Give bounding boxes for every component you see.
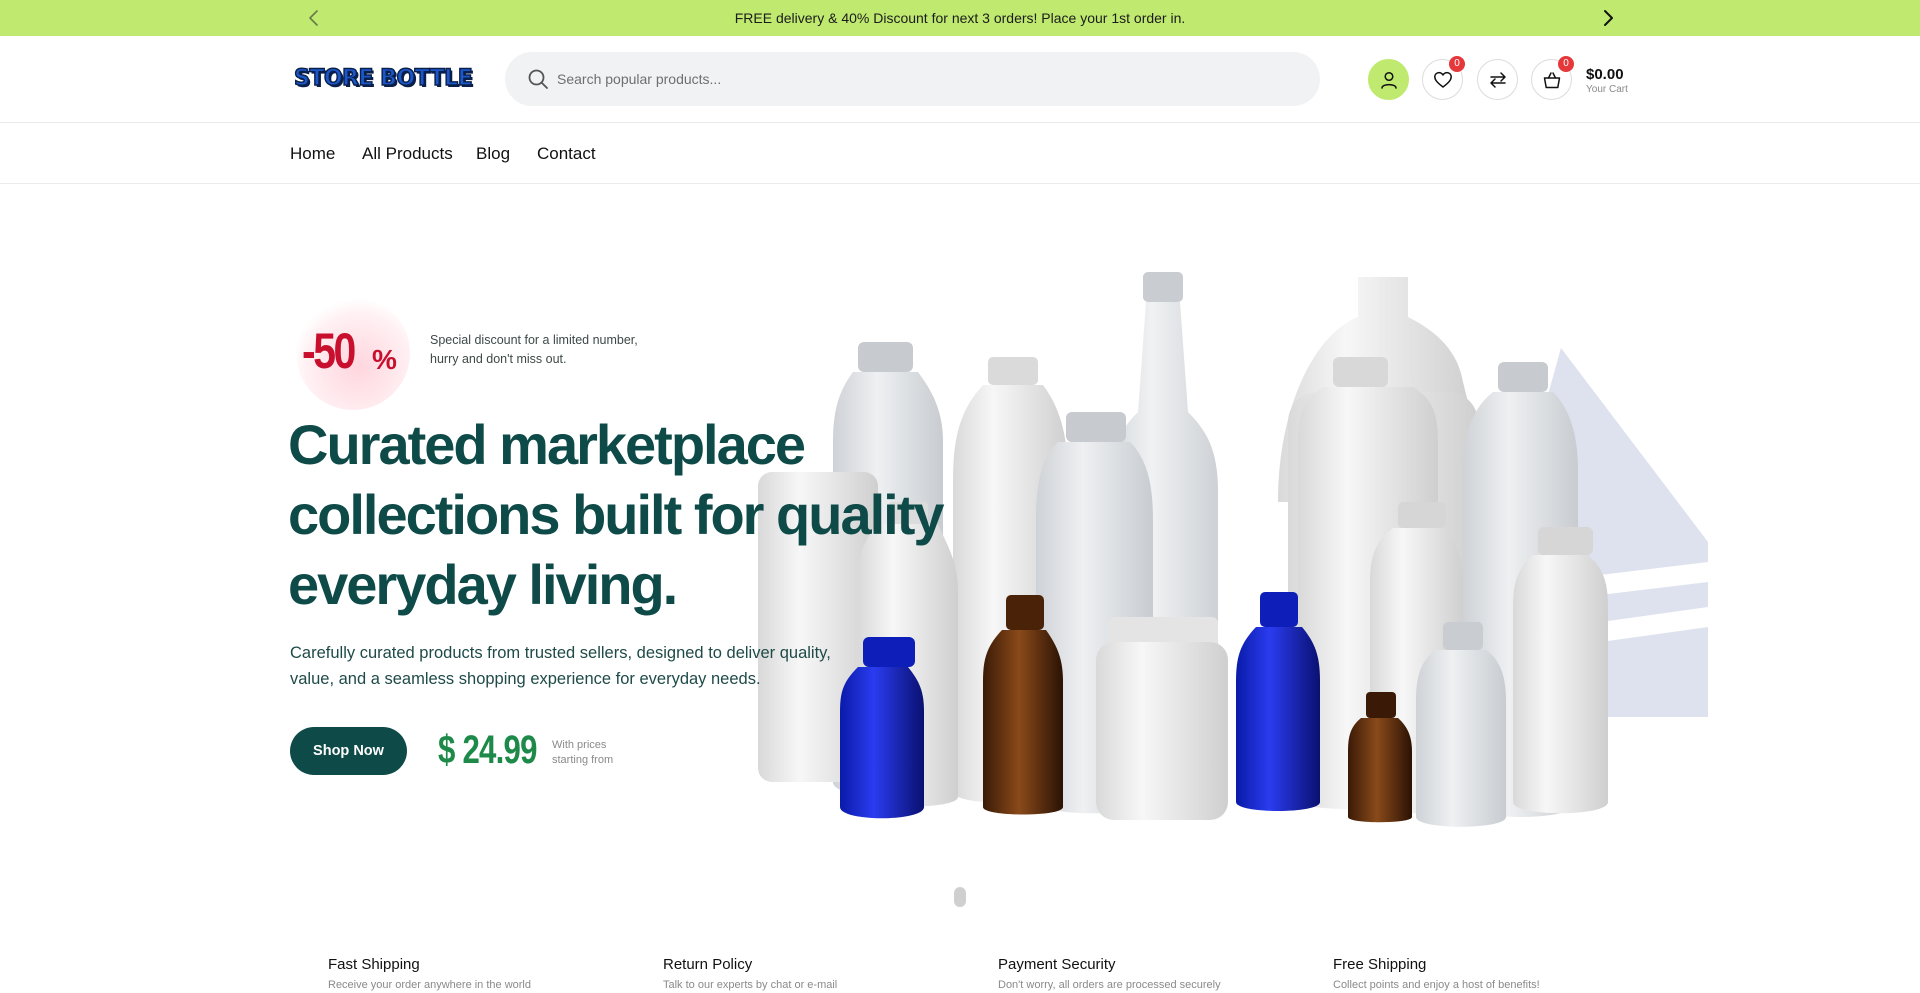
chevron-right-icon[interactable]: [1598, 7, 1618, 29]
compare-arrows-icon: [1490, 72, 1506, 88]
search-bar[interactable]: [505, 52, 1320, 106]
feature-subtitle: Receive your order anywhere in the world: [328, 979, 531, 991]
feature-subtitle: Don't worry, all orders are processed se…: [998, 979, 1221, 991]
feature-free-shipping: Free Shipping Collect points and enjoy a…: [1333, 956, 1633, 991]
feature-fast-shipping: Fast Shipping Receive your order anywher…: [328, 956, 628, 991]
nav-item-contact[interactable]: Contact: [537, 144, 596, 164]
announcement-text: FREE delivery & 40% Discount for next 3 …: [734, 10, 1186, 26]
feature-payment-security: Payment Security Don't worry, all orders…: [998, 956, 1298, 991]
hero-title: Curated marketplace collections built fo…: [288, 413, 945, 616]
heart-icon: [1434, 71, 1452, 88]
search-input[interactable]: [557, 52, 1297, 106]
hero-description: Carefully curated products from trusted …: [290, 644, 831, 688]
feature-subtitle: Collect points and enjoy a host of benef…: [1333, 979, 1540, 991]
store-logo[interactable]: STORE BOTTLE: [293, 65, 473, 91]
feature-return-policy: Return Policy Talk to our experts by cha…: [663, 956, 963, 991]
cart-button[interactable]: 0: [1531, 56, 1574, 100]
search-icon: [527, 68, 549, 90]
wishlist-button[interactable]: 0: [1422, 56, 1465, 100]
shop-now-button[interactable]: Shop Now: [290, 727, 407, 775]
nav-item-blog[interactable]: Blog: [476, 144, 510, 164]
starting-price: $ 24.99: [438, 728, 537, 772]
price-note: With prices starting from: [552, 739, 614, 766]
compare-button[interactable]: [1477, 59, 1518, 100]
cart-label: Your Cart: [1586, 84, 1628, 95]
cart-total[interactable]: $0.00: [1586, 66, 1624, 83]
nav-item-home[interactable]: Home: [290, 144, 335, 164]
user-icon: [1381, 71, 1397, 89]
feature-title: Payment Security: [998, 956, 1116, 973]
nav-item-all-products[interactable]: All Products: [362, 144, 453, 164]
slider-dot[interactable]: [954, 887, 966, 907]
feature-title: Fast Shipping: [328, 956, 420, 973]
site-header: STORE BOTTLE 0 0 $0.00 Your Cart: [0, 36, 1920, 123]
discount-note: Special discount for a limited number, h…: [430, 333, 638, 366]
feature-subtitle: Talk to our experts by chat or e-mail: [663, 979, 838, 991]
account-button[interactable]: [1368, 59, 1409, 100]
cart-count-badge: 0: [1558, 56, 1574, 72]
wishlist-count-badge: 0: [1449, 56, 1465, 72]
shopping-bag-icon: [1543, 72, 1561, 89]
discount-percent-sign: %: [372, 344, 397, 375]
discount-value: -50: [302, 323, 356, 379]
feature-title: Return Policy: [663, 956, 753, 973]
announcement-bar: FREE delivery & 40% Discount for next 3 …: [0, 0, 1920, 36]
feature-title: Free Shipping: [1333, 956, 1427, 973]
main-nav: Home All Products Blog Contact: [0, 124, 1920, 184]
